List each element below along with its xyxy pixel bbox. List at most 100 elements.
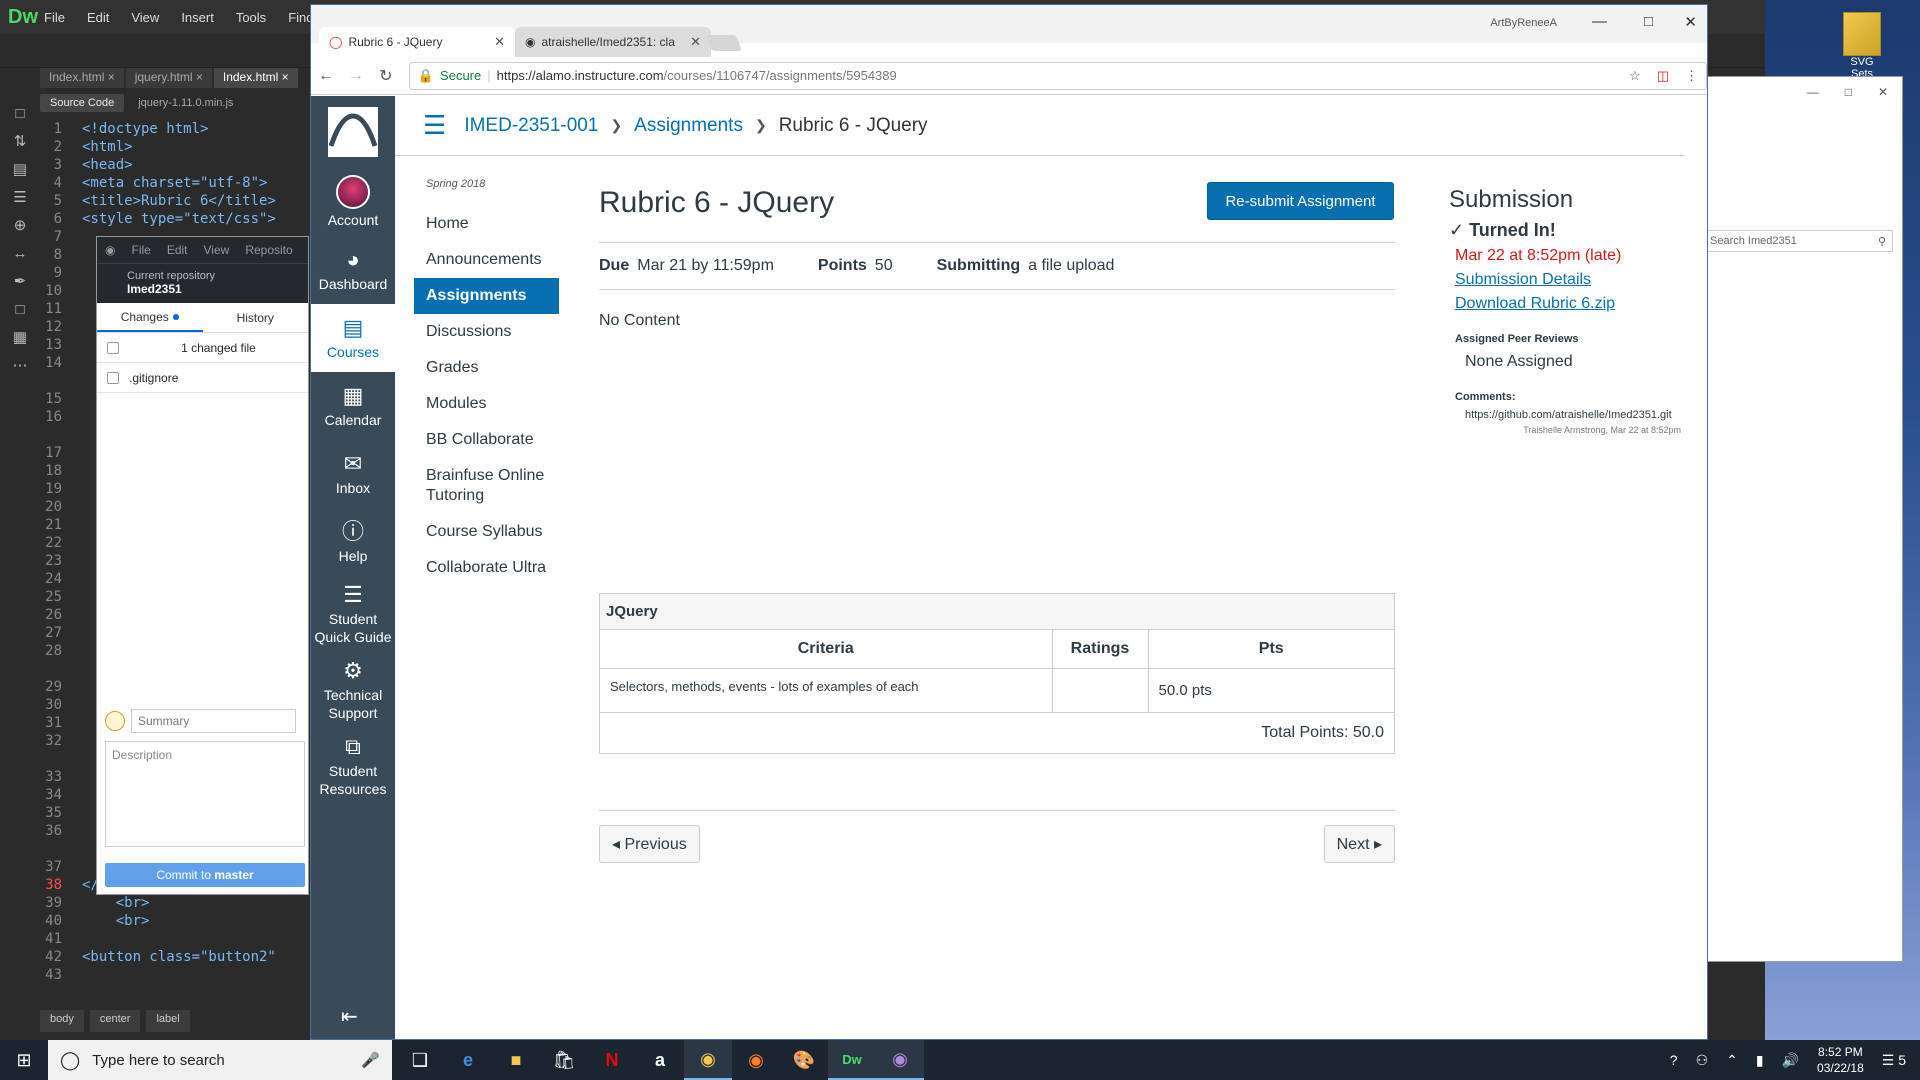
tag-center[interactable]: center [89,1010,141,1032]
course-nav-item[interactable]: Discussions [414,314,559,350]
file-checkbox[interactable] [107,371,119,384]
global-nav-student-quick-guide[interactable]: ☰ Student Quick Guide [311,576,395,652]
menu-dots-icon[interactable]: ⋮ [1685,68,1698,84]
tab-history[interactable]: History [203,303,309,332]
global-nav-technical-support[interactable]: ⚙ Technical Support [311,652,395,728]
paint-icon[interactable]: 🎨 [780,1040,828,1080]
reload-icon[interactable]: ↻ [371,66,401,86]
chrome-icon[interactable]: ◉ [684,1040,732,1080]
course-nav-item[interactable]: Assignments [414,278,559,314]
course-nav-item[interactable]: Grades [414,350,559,386]
browser-tab[interactable]: ◉ atraishelle/Imed2351: cla ✕ [515,27,711,57]
code-line[interactable]: 3 <head> [40,156,310,174]
close-icon[interactable]: × [282,70,289,84]
code-line[interactable]: 4 <meta charset="utf-8"> [40,174,310,192]
clock[interactable]: 8:52 PM 03/22/18 [1817,1044,1864,1076]
maximize-icon[interactable]: □ [1644,13,1653,30]
description-field[interactable]: Description [105,741,305,847]
browser-tab-active[interactable]: ◯ Rubric 6 - JQuery ✕ [319,27,515,57]
dw-menu-file[interactable]: File [44,10,65,25]
forward-icon[interactable]: → [341,67,371,85]
course-nav-item[interactable]: Home [414,206,559,242]
breadcrumb-assignments[interactable]: Assignments [634,115,743,137]
file-explorer-icon[interactable]: ■ [492,1040,540,1080]
comment-icon[interactable]: □ [0,296,40,324]
chevron-up-icon[interactable]: ⌃ [1726,1052,1738,1069]
close-icon[interactable]: ✕ [1684,13,1697,31]
course-nav-item[interactable]: Modules [414,386,559,422]
global-nav-student-resources[interactable]: ⧉ Student Resources [311,728,395,804]
task-view-icon[interactable]: ❑ [396,1040,444,1080]
next-button[interactable]: Next ▸ [1323,825,1395,863]
code-line[interactable]: 5 <title>Rubric 6</title> [40,192,310,210]
github-desktop-icon[interactable]: ◉ [876,1040,924,1080]
store-icon[interactable]: 🛍 [540,1040,588,1080]
sort-icon[interactable]: ⇅ [0,128,40,156]
extension-icon[interactable]: ◫ [1657,68,1669,84]
commit-button[interactable]: Commit to master [105,863,305,887]
dw-menu-insert[interactable]: Insert [181,10,214,25]
gh-menu-file[interactable]: File [131,243,150,257]
amazon-icon[interactable]: a [636,1040,684,1080]
dw-menu-edit[interactable]: Edit [87,10,109,25]
close-icon[interactable]: × [108,70,115,84]
panel-icon[interactable]: ▤ [0,156,40,184]
bookmark-star-icon[interactable]: ☆ [1629,68,1641,84]
dw-doc-tab[interactable]: Index.html × [40,68,124,88]
resubmit-assignment-button[interactable]: Re-submit Assignment [1207,182,1394,220]
course-nav-item[interactable]: Brainfuse Online Tutoring [414,458,559,514]
people-icon[interactable]: ⚇ [1696,1052,1709,1069]
course-nav-item[interactable]: BB Collaborate [414,422,559,458]
related-file-link[interactable]: jquery-1.11.0.min.js [138,97,233,109]
previous-button[interactable]: ◂ Previous [599,825,700,863]
dw-menu-view[interactable]: View [131,10,159,25]
code-line[interactable]: 43 [40,966,310,984]
more-icon[interactable]: ⋯ [0,352,40,380]
canvas-logo-icon[interactable] [311,96,395,168]
breadcrumb-course[interactable]: IMED-2351-001 [464,115,598,137]
select-all-checkbox[interactable] [107,341,119,354]
list-icon[interactable]: ☰ [0,184,40,212]
course-nav-item[interactable]: Collaborate Ultra [414,550,559,586]
edge-icon[interactable]: e [444,1040,492,1080]
gh-menu-view[interactable]: View [204,243,230,257]
course-nav-item[interactable]: Course Syllabus [414,514,559,550]
code-line[interactable]: 39 <br> [40,894,310,912]
format-icon[interactable]: ▦ [0,324,40,352]
current-repository-selector[interactable]: Current repository Imed2351 [97,263,308,303]
code-line[interactable]: 42 <button class="button2" [40,948,310,966]
omnibox[interactable]: 🔒 Secure | https://alamo.instructure.com… [408,61,1707,90]
source-code-button[interactable]: Source Code [40,94,125,112]
global-nav-courses[interactable]: ▤ Courses [311,304,395,372]
close-icon[interactable]: × [196,70,203,84]
windows-start-icon[interactable]: ⊞ [0,1050,48,1071]
profile-label[interactable]: ArtByReneeA [1490,17,1557,29]
maximize-icon[interactable]: □ [1845,85,1852,99]
global-nav-calendar[interactable]: ▦ Calendar [311,372,395,440]
course-nav-item[interactable]: Announcements [414,242,559,278]
expand-icon[interactable]: ↔ [0,240,40,268]
code-line[interactable]: 2 <html> [40,138,310,156]
target-icon[interactable]: ⊕ [0,212,40,240]
dreamweaver-icon[interactable]: Dw [828,1040,876,1080]
dw-doc-tab-active[interactable]: Index.html × [213,68,298,88]
collapse-nav-icon[interactable]: ⇤ [341,1004,358,1029]
list-item[interactable]: .gitignore [97,363,308,393]
firefox-icon[interactable]: ◉ [732,1040,780,1080]
submission-details-link[interactable]: Submission Details [1449,271,1689,289]
dw-doc-tab[interactable]: jquery.html × [125,68,212,88]
close-icon[interactable]: ✕ [494,34,505,50]
volume-icon[interactable]: 🔊 [1782,1052,1799,1069]
minimize-icon[interactable]: — [1807,85,1819,99]
minimize-icon[interactable]: — [1592,13,1607,30]
new-tab-button[interactable] [706,35,742,51]
close-icon[interactable]: ✕ [690,34,701,50]
microphone-icon[interactable]: 🎤 [361,1051,380,1069]
help-icon[interactable]: ? [1670,1052,1678,1068]
close-icon[interactable]: ✕ [1878,85,1888,99]
gh-menu-edit[interactable]: Edit [167,243,188,257]
netflix-icon[interactable]: N [588,1040,636,1080]
hamburger-menu-icon[interactable]: ☰ [423,110,446,141]
global-nav-help[interactable]: ⓘ Help [311,508,395,576]
file-icon[interactable]: □ [0,100,40,128]
